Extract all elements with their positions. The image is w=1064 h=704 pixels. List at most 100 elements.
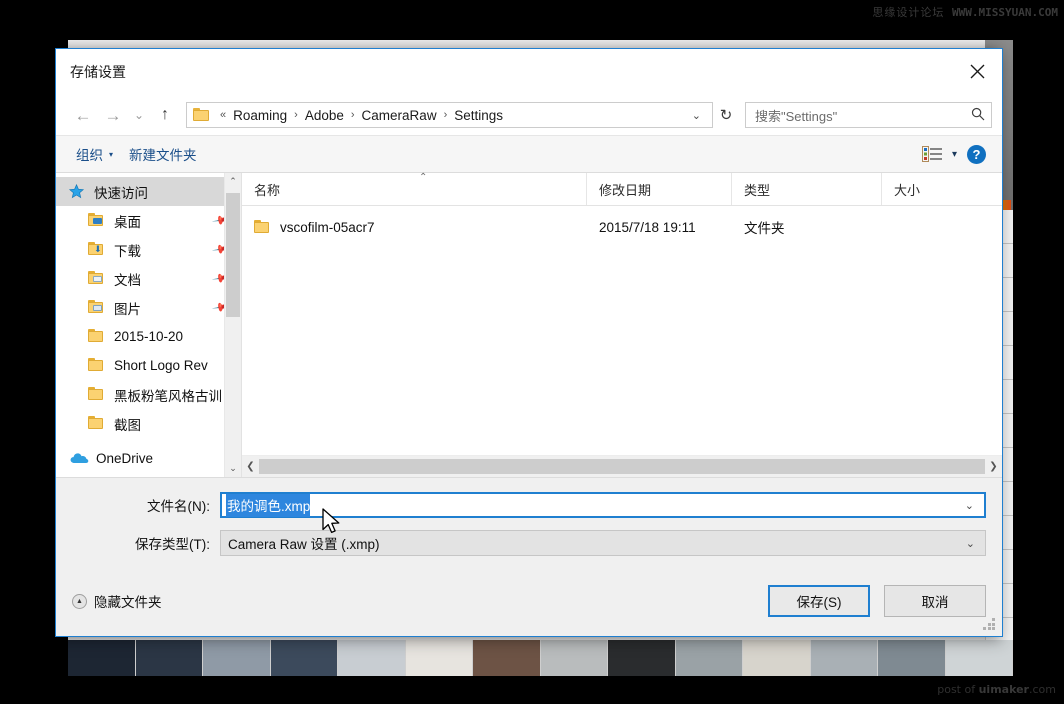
new-folder-button[interactable]: 新建文件夹	[121, 140, 205, 168]
filename-input[interactable]: 我的调色.xmp	[226, 493, 311, 517]
chevron-down-icon[interactable]: ⌄	[955, 499, 984, 512]
column-header-size[interactable]: 大小	[882, 173, 1002, 205]
table-row[interactable]: vscofilm-05acr7 2015/7/18 19:11 文件夹	[242, 212, 1002, 242]
resize-grip-icon[interactable]	[983, 618, 996, 631]
dialog-actions: ▲ 隐藏文件夹 保存(S) 取消	[56, 566, 1002, 636]
chevron-down-icon: ▾	[109, 149, 114, 159]
breadcrumb-item-1[interactable]: Adobe	[301, 108, 348, 123]
back-button[interactable]: ←	[68, 100, 98, 130]
filetype-row: 保存类型(T): Camera Raw 设置 (.xmp) ⌄	[72, 528, 986, 558]
close-icon[interactable]	[954, 49, 1000, 93]
sidebar-item-folder-3[interactable]: 截图	[56, 409, 241, 438]
folder-pictures-icon	[88, 299, 106, 316]
breadcrumb-separator: ›	[350, 109, 355, 121]
command-bar-right: ▾ ?	[921, 144, 990, 164]
watermark-top: 思缘设计论坛 WWW.MISSYUAN.COM	[872, 4, 1058, 20]
filetype-value: Camera Raw 设置 (.xmp)	[228, 537, 380, 552]
sidebar-item-pictures[interactable]: 图片 📌	[56, 293, 241, 322]
sidebar-item-downloads[interactable]: ⬇ 下载 📌	[56, 235, 241, 264]
folder-desktop-icon	[88, 212, 106, 229]
mouse-cursor	[322, 508, 340, 534]
breadcrumb-separator: ›	[443, 109, 448, 121]
navigation-tree: 快速访问 桌面 📌 ⬇ 下载 📌 文档 📌 图片 📌 2015-10-20 Sh…	[56, 173, 241, 473]
chevron-down-icon[interactable]: ⌄	[956, 537, 985, 550]
search-icon	[971, 107, 985, 124]
chevron-down-icon[interactable]: ⌄	[685, 109, 708, 122]
organize-label: 组织	[76, 148, 103, 163]
filename-row: 文件名(N): 我的调色.xmp ⌄	[72, 490, 986, 520]
up-button[interactable]: ↑	[150, 100, 180, 130]
folder-icon	[88, 415, 106, 432]
column-header-type[interactable]: 类型	[732, 173, 882, 205]
scroll-up-icon[interactable]: ⌃	[225, 173, 241, 190]
navigation-bar: ← → ⌄ ↑ « Roaming › Adobe › CameraRaw › …	[56, 95, 1002, 135]
save-button[interactable]: 保存(S)	[768, 585, 870, 617]
navigation-pane: 快速访问 桌面 📌 ⬇ 下载 📌 文档 📌 图片 📌 2015-10-20 Sh…	[56, 173, 242, 477]
scrollbar-thumb[interactable]	[259, 459, 985, 474]
help-icon[interactable]: ?	[967, 144, 986, 164]
scroll-left-icon[interactable]: ❮	[242, 461, 259, 472]
file-name-label: vscofilm-05acr7	[280, 219, 375, 235]
column-headers: ⌃ 名称 修改日期 类型 大小	[242, 172, 1002, 206]
watermark-bottom-prefix: post of	[937, 683, 979, 696]
filename-label: 文件名(N):	[147, 499, 210, 514]
scroll-right-icon[interactable]: ❯	[985, 461, 1002, 472]
sidebar-item-label: 下载	[114, 243, 141, 259]
watermark-top-url: WWW.MISSYUAN.COM	[952, 6, 1058, 19]
sidebar-item-quick-access[interactable]: 快速访问	[56, 177, 241, 206]
sidebar-item-label: OneDrive	[96, 451, 154, 466]
breadcrumb: « Roaming › Adobe › CameraRaw › Settings	[217, 108, 507, 123]
folder-icon	[193, 108, 210, 122]
file-date-cell: 2015/7/18 19:11	[599, 219, 696, 235]
watermark-top-name: 思缘设计论坛	[872, 6, 945, 19]
organize-button[interactable]: 组织 ▾	[68, 140, 121, 168]
scrollbar-thumb[interactable]	[226, 193, 240, 317]
screen: 思缘设计论坛 WWW.MISSYUAN.COM post of uimaker.…	[0, 0, 1064, 704]
action-buttons: 保存(S) 取消	[768, 585, 986, 617]
view-list-icon[interactable]	[921, 146, 942, 162]
view-options-caret-icon[interactable]: ▾	[952, 149, 957, 160]
address-bar[interactable]: « Roaming › Adobe › CameraRaw › Settings…	[186, 102, 713, 128]
file-rows: vscofilm-05acr7 2015/7/18 19:11 文件夹	[242, 206, 1002, 455]
folder-icon	[88, 386, 106, 403]
sidebar-item-label: Short Logo Rev	[114, 358, 208, 373]
background-filmstrip	[68, 640, 1013, 676]
sidebar-item-label: 文档	[114, 272, 141, 288]
sidebar-item-desktop[interactable]: 桌面 📌	[56, 206, 241, 235]
navigation-pane-scrollbar[interactable]: ⌃ ⌄	[224, 173, 241, 477]
scrollbar-track[interactable]	[259, 459, 985, 474]
sidebar-item-folder-0[interactable]: 2015-10-20	[56, 322, 241, 351]
breadcrumb-item-0[interactable]: Roaming	[229, 108, 291, 123]
refresh-icon[interactable]: ↻	[713, 100, 739, 130]
column-header-name[interactable]: 名称	[242, 173, 587, 205]
dialog-title: 存储设置	[70, 64, 126, 80]
breadcrumb-item-2[interactable]: CameraRaw	[358, 108, 441, 123]
file-name-cell: vscofilm-05acr7	[242, 220, 587, 235]
sidebar-item-onedrive[interactable]: OneDrive	[56, 444, 241, 473]
sidebar-item-documents[interactable]: 文档 📌	[56, 264, 241, 293]
search-box[interactable]: 搜索"Settings"	[745, 102, 992, 128]
breadcrumb-item-3[interactable]: Settings	[450, 108, 507, 123]
file-list-hscrollbar[interactable]: ❮ ❯	[242, 455, 1002, 477]
folder-downloads-icon: ⬇	[88, 241, 106, 258]
forward-button[interactable]: →	[98, 100, 128, 130]
scroll-down-icon[interactable]: ⌄	[225, 460, 241, 477]
hide-folders-button[interactable]: ▲ 隐藏文件夹	[72, 591, 162, 611]
dialog-body: 快速访问 桌面 📌 ⬇ 下载 📌 文档 📌 图片 📌 2015-10-20 Sh…	[56, 172, 1002, 477]
dialog-footer: 文件名(N): 我的调色.xmp ⌄ 保存类型(T): Camera Raw 设…	[56, 477, 1002, 566]
watermark-bottom-suffix: .com	[1029, 683, 1056, 696]
cancel-button[interactable]: 取消	[884, 585, 986, 617]
sidebar-item-label: 2015-10-20	[114, 329, 184, 344]
search-input[interactable]: 搜索"Settings"	[755, 106, 971, 125]
cloud-icon	[70, 451, 89, 467]
chevron-up-circle-icon: ▲	[72, 593, 87, 609]
hide-folders-label: 隐藏文件夹	[94, 595, 162, 610]
file-list-pane: ⌃ 名称 修改日期 类型 大小 vscofilm-05acr7 2015/7/1…	[242, 172, 1002, 477]
sidebar-item-label: 桌面	[114, 214, 141, 230]
file-type-cell: 文件夹	[744, 221, 785, 236]
sidebar-item-folder-2[interactable]: 黑板粉笔风格古训	[56, 380, 241, 409]
recent-locations-button[interactable]: ⌄	[128, 100, 150, 130]
column-header-date[interactable]: 修改日期	[587, 173, 732, 205]
folder-documents-icon	[88, 270, 106, 287]
sidebar-item-folder-1[interactable]: Short Logo Rev	[56, 351, 241, 380]
